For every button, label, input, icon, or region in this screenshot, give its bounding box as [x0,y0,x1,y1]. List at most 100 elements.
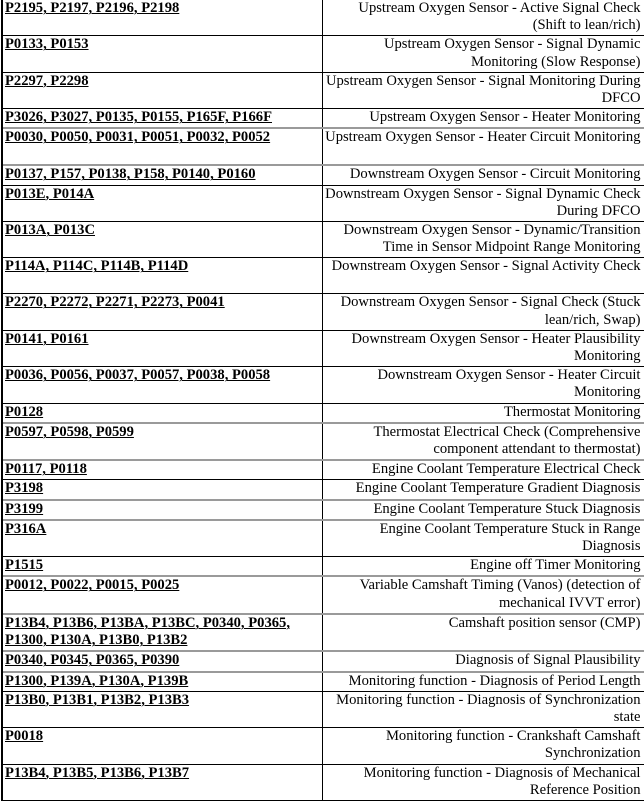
dtc-description-cell: Engine off Timer Monitoring [321,556,644,577]
dtc-codes-cell: P3026, P3027, P0135, P0155, P165F, P166F [1,108,323,129]
dtc-codes-cell: P114A, P114C, P114B, P114D [1,257,323,295]
dtc-codes-link[interactable]: P013A, P013C [5,223,95,238]
dtc-description-cell: Downstream Oxygen Sensor - Heater Circui… [321,366,644,404]
table-row: P0018 Monitoring function - Crankshaft Ca… [1,727,644,765]
dtc-codes-link[interactable]: P0597, P0598, P0599 [5,425,134,440]
dtc-codes-cell: P0133, P0153 [1,35,323,73]
dtc-codes-link[interactable]: P0018 [5,729,43,744]
dtc-description-cell: Thermostat Electrical Check (Comprehensi… [321,421,644,461]
table-row: P2195, P2197, P2196, P2198 Upstream Oxyge… [1,0,644,37]
dtc-description-cell: Engine Coolant Temperature Stuck in Rang… [321,518,644,558]
dtc-description-cell: Engine Coolant Temperature Stuck Diagnos… [321,498,644,521]
dtc-codes-link[interactable]: P0128 [5,404,43,420]
table-row: P0117, P0118 Engine Coolant Temperature E… [1,459,644,481]
dtc-codes-link[interactable]: P3198 [5,481,43,497]
dtc-description-cell: Camshaft position sensor (CMP) [321,612,644,652]
dtc-codes-cell: P2297, P2298 [1,71,323,110]
dtc-description-cell: Upstream Oxygen Sensor - Signal Dynamic … [321,35,644,73]
table-row: P13B4, P13B6, P13BA, P13BC, P0340, P0365… [1,612,644,652]
dtc-codes-link[interactable]: P013E, P014A [5,186,94,201]
table-row: P0137, P157, P0138, P158, P0140, P0160 Do… [1,164,644,186]
dtc-description-cell: Upstream Oxygen Sensor - Heater Circuit … [321,127,644,166]
dtc-codes-link[interactable]: P114A, P114C, P114B, P114D [5,259,188,275]
dtc-codes-cell: P13B4, P13B5, P13B6, P13B7 [1,763,323,801]
dtc-description-cell: Engine Coolant Temperature Gradient Diag… [321,479,644,501]
dtc-codes-cell: P0597, P0598, P0599 [1,421,323,461]
dtc-description-cell: Downstream Oxygen Sensor - Dynamic/Trans… [321,221,644,259]
dtc-codes-cell: P0030, P0050, P0031, P0051, P0032, P0052 [1,127,323,166]
dtc-codes-cell: P013E, P014A [1,184,323,223]
dtc-codes-cell: P013A, P013C [1,221,323,259]
table-row: P2297, P2298 Upstream Oxygen Sensor - Sig… [1,71,644,110]
dtc-codes-cell: P0018 [1,727,323,765]
dtc-codes-link[interactable]: P316A [5,522,46,537]
dtc-codes-cell: P13B4, P13B6, P13BA, P13BC, P0340, P0365… [1,612,323,652]
dtc-description-cell: Downstream Oxygen Sensor - Heater Plausi… [321,329,644,368]
dtc-description-cell: Upstream Oxygen Sensor - Active Signal C… [321,0,644,37]
dtc-description-cell: Downstream Oxygen Sensor - Signal Activi… [321,257,644,295]
dtc-description-cell: Downstream Oxygen Sensor - Signal Dynami… [321,184,644,223]
table-row: P0133, P0153 Upstream Oxygen Sensor - Sig… [1,35,644,73]
dtc-codes-link[interactable]: P1515 [5,558,43,574]
table-row: P0340, P0345, P0365, P0390 Diagnosis of S… [1,650,644,673]
dtc-codes-link[interactable]: P0036, P0056, P0037, P0057, P0038, P0058 [5,368,270,383]
table-row: P0141, P0161 Downstream Oxygen Sensor - H… [1,329,644,368]
dtc-codes-link[interactable]: P13B4, P13B6, P13BA, P13BC, P0340, P0365… [5,616,290,648]
dtc-description-cell: Upstream Oxygen Sensor - Signal Monitori… [321,71,644,110]
dtc-codes-link[interactable]: P3199 [5,502,43,517]
table-row: P114A, P114C, P114B, P114D Downstream Oxy… [1,257,644,295]
table-row: P1300, P139A, P130A, P139B Monitoring fun… [1,670,644,692]
dtc-description-cell: Thermostat Monitoring [321,402,644,424]
table-row: P0012, P0022, P0015, P0025 Variable Camsh… [1,575,644,615]
dtc-codes-link[interactable]: P0012, P0022, P0015, P0025 [5,579,179,594]
table-row: P1515 Engine off Timer Monitoring [1,556,644,577]
table-row: P0036, P0056, P0037, P0057, P0038, P0058… [1,366,644,404]
dtc-codes-cell: P3199 [1,498,323,521]
table-row: P13B0, P13B1, P13B2, P13B3 Monitoring fun… [1,690,644,729]
dtc-codes-cell: P0117, P0118 [1,459,323,481]
dtc-description-cell: Upstream Oxygen Sensor - Heater Monitori… [321,108,644,129]
dtc-codes-link[interactable]: P2297, P2298 [5,73,89,88]
dtc-description-cell: Monitoring function - Diagnosis of Perio… [321,670,644,692]
dtc-codes-cell: P2195, P2197, P2196, P2198 [1,0,323,37]
dtc-codes-link[interactable]: P0137, P157, P0138, P158, P0140, P0160 [5,167,256,182]
table-row: P0128 Thermostat Monitoring [1,402,644,424]
dtc-description-cell: Variable Camshaft Timing (Vanos) (detect… [321,575,644,615]
dtc-codes-link[interactable]: P1300, P139A, P130A, P139B [5,673,188,688]
dtc-codes-cell: P0141, P0161 [1,329,323,368]
dtc-description-cell: Downstream Oxygen Sensor - Signal Check … [321,293,644,331]
dtc-codes-cell: P13B0, P13B1, P13B2, P13B3 [1,690,323,729]
table-row: P13B4, P13B5, P13B6, P13B7 Monitoring fun… [1,763,644,801]
dtc-codes-link[interactable]: P13B4, P13B5, P13B6, P13B7 [5,765,189,780]
dtc-codes-cell: P0036, P0056, P0037, P0057, P0038, P0058 [1,366,323,404]
dtc-table: P2195, P2197, P2196, P2198 Upstream Oxyge… [1,0,644,801]
table-row: P0030, P0050, P0031, P0051, P0032, P0052… [1,127,644,166]
dtc-codes-link[interactable]: P2270, P2272, P2271, P2273, P0041 [5,295,225,310]
dtc-codes-link[interactable]: P0141, P0161 [5,331,89,346]
dtc-codes-cell: P0340, P0345, P0365, P0390 [1,650,323,673]
dtc-codes-link[interactable]: P2195, P2197, P2196, P2198 [5,1,179,16]
table-row: P2270, P2272, P2271, P2273, P0041 Downstr… [1,293,644,331]
dtc-codes-link[interactable]: P0117, P0118 [5,462,87,477]
dtc-codes-link[interactable]: P0133, P0153 [5,37,89,52]
dtc-table-body: P2195, P2197, P2196, P2198 Upstream Oxyge… [1,0,644,801]
dtc-codes-link[interactable]: P0340, P0345, P0365, P0390 [5,653,179,668]
dtc-codes-cell: P3198 [1,479,323,501]
dtc-description-cell: Monitoring function - Diagnosis of Mecha… [321,763,644,801]
table-row: P316A Engine Coolant Temperature Stuck in… [1,518,644,558]
dtc-description-cell: Diagnosis of Signal Plausibility [321,650,644,673]
dtc-description-cell: Monitoring function - Diagnosis of Synch… [321,690,644,729]
dtc-description-cell: Monitoring function - Crankshaft Camshaf… [321,727,644,765]
table-row: P3026, P3027, P0135, P0155, P165F, P166F… [1,108,644,129]
dtc-codes-cell: P0012, P0022, P0015, P0025 [1,575,323,615]
table-row: P0597, P0598, P0599 Thermostat Electrical… [1,421,644,461]
dtc-codes-link[interactable]: P0030, P0050, P0031, P0051, P0032, P0052 [5,130,270,145]
table-row: P013A, P013C Downstream Oxygen Sensor - D… [1,221,644,259]
dtc-codes-cell: P2270, P2272, P2271, P2273, P0041 [1,293,323,331]
dtc-description-cell: Engine Coolant Temperature Electrical Ch… [321,459,644,481]
table-row: P3198 Engine Coolant Temperature Gradient… [1,479,644,501]
table-row: P3199 Engine Coolant Temperature Stuck Di… [1,498,644,521]
dtc-codes-link[interactable]: P3026, P3027, P0135, P0155, P165F, P166F [5,110,272,126]
dtc-codes-link[interactable]: P13B0, P13B1, P13B2, P13B3 [5,692,189,707]
dtc-codes-cell: P0128 [1,402,323,424]
